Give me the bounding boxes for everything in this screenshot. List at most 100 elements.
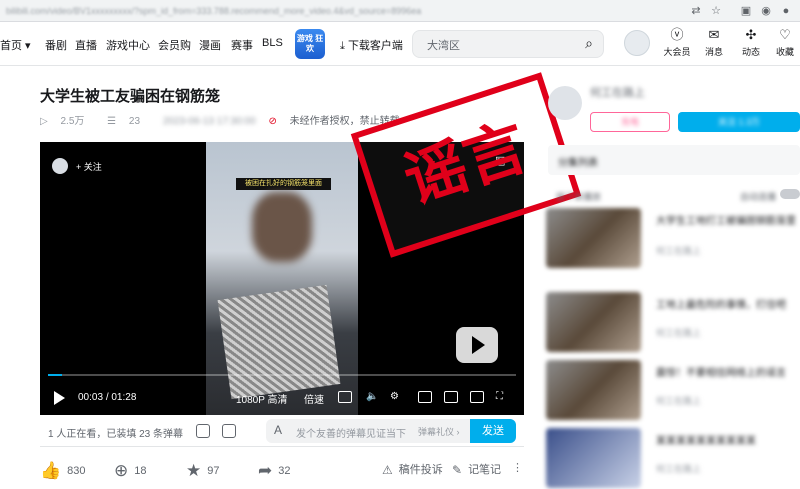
favorite-video-button[interactable]: ★ 97: [186, 461, 220, 481]
player-follow-button[interactable]: + 关注: [76, 160, 102, 173]
rec-thumbnail[interactable]: [546, 292, 641, 352]
send-button[interactable]: 发送: [470, 419, 516, 443]
coin-icon: ⊕: [114, 461, 129, 480]
blurred-face: [252, 192, 312, 262]
tv-icon: [456, 327, 498, 363]
play-icon[interactable]: [54, 391, 65, 405]
search-input[interactable]: 大湾区: [427, 37, 460, 53]
rec-thumbnail[interactable]: [546, 428, 641, 488]
progress-bar[interactable]: [48, 374, 516, 376]
vip-button[interactable]: ⓥ 大会员: [660, 28, 694, 58]
rec-meta: 何工在路上: [656, 396, 702, 406]
font-a-icon[interactable]: A: [274, 423, 282, 437]
note-button[interactable]: ✎ 记笔记: [452, 461, 501, 477]
favorite-button[interactable]: ♡ 收藏: [768, 28, 800, 58]
volume-icon[interactable]: 🔈: [366, 391, 378, 402]
widescreen-icon[interactable]: [444, 391, 458, 403]
forbidden-icon: ⊘: [268, 116, 277, 127]
video-caption: 被困在扎好的钢筋笼里面: [236, 178, 331, 190]
settings-icon[interactable]: ⚙: [390, 391, 399, 402]
profile-icon[interactable]: ●: [778, 3, 794, 19]
steel-cage: [217, 284, 341, 400]
time-display: 00:03 / 01:28: [78, 392, 137, 403]
next-up-label: 接下来播放: [556, 192, 602, 202]
danmaku-toggle-icon[interactable]: [196, 424, 210, 438]
play-count-icon: ▷: [40, 116, 48, 127]
danmaku-input[interactable]: A 发个友善的弹幕见证当下 弹幕礼仪 › 发送: [266, 419, 516, 443]
nav-manga[interactable]: 漫画: [199, 37, 221, 53]
view-count: ▷ 2.5万: [40, 116, 85, 127]
rec-title[interactable]: 工地上最危险的事情，打住吧: [656, 296, 796, 311]
dynamic-button[interactable]: ✣ 动态: [734, 28, 768, 58]
dynamic-icon: ✣: [745, 27, 757, 42]
publish-date: 2023-06-13 17:30:00: [162, 116, 256, 127]
fullscreen-icon[interactable]: ⛶: [496, 391, 503, 402]
danmaku-etiquette-link[interactable]: 弹幕礼仪 ›: [418, 425, 460, 438]
web-fullscreen-icon[interactable]: [470, 391, 484, 403]
charge-button[interactable]: 充电: [590, 112, 670, 132]
rec-title[interactable]: 大学生工地打工被骗困钢筋笼里: [656, 212, 796, 227]
rec-title[interactable]: 震惊！不要相信网络上的谣言: [656, 364, 796, 379]
coin-button[interactable]: ⊕ 18: [114, 461, 147, 481]
report-button[interactable]: ⚠ 稿件投诉: [382, 461, 443, 477]
pip-icon[interactable]: [418, 391, 432, 403]
rec-meta: 何工在路上: [656, 246, 702, 256]
favorite-icon: ♡: [779, 27, 791, 42]
rec-title[interactable]: 某某某某某某某某某某: [656, 432, 796, 447]
extension-icon[interactable]: ◉: [758, 3, 774, 19]
danmaku-count: ☰ 23: [107, 116, 141, 127]
subtitle-icon[interactable]: [338, 391, 352, 403]
nav-anime[interactable]: 番剧: [45, 37, 67, 53]
address-bar[interactable]: bilibili.com/video/BV1xxxxxxxxx/?spm_id_…: [6, 3, 566, 19]
autoplay-label: 自动连播: [740, 192, 777, 202]
danmaku-icon: ☰: [107, 116, 117, 127]
search-box[interactable]: 大湾区 ⌕: [412, 30, 604, 58]
video-title: 大学生被工友骗困在钢筋笼: [40, 88, 221, 105]
uploader-avatar-large[interactable]: [548, 86, 582, 120]
like-button[interactable]: 👍 830: [40, 461, 86, 481]
download-icon: ⤓: [340, 40, 345, 52]
extension-icon[interactable]: ▣: [738, 3, 754, 19]
rec-meta: 何工在路上: [656, 328, 702, 338]
message-icon: ✉: [708, 27, 720, 42]
danmaku-bar: 1 人正在看，已装填 23 条弹幕 A 发个友善的弹幕见证当下 弹幕礼仪 › 发…: [40, 415, 524, 447]
nav-game-center[interactable]: 游戏中心: [106, 37, 150, 53]
playlist-header[interactable]: 分集列表: [548, 145, 800, 175]
warning-icon: ⚠: [382, 463, 393, 478]
danmaku-settings-icon[interactable]: [222, 424, 236, 438]
share-icon: ➦: [258, 461, 273, 480]
browser-toolbar: bilibili.com/video/BV1xxxxxxxxx/?spm_id_…: [0, 0, 800, 22]
nav-live[interactable]: 直播: [75, 37, 97, 53]
vip-icon: ⓥ: [670, 27, 684, 42]
follow-uploader-button[interactable]: 关注 1.3万: [678, 112, 800, 132]
nav-home[interactable]: 首页 ▾: [0, 37, 31, 53]
uploader-desc: [590, 100, 770, 106]
share-button[interactable]: ➦ 32: [258, 461, 291, 481]
nav-mall[interactable]: 会员购: [158, 37, 191, 53]
download-client-button[interactable]: ⤓ 下载客户端: [340, 37, 403, 53]
video-meta: ▷ 2.5万 ☰ 23 2023-06-13 17:30:00 ⊘ 未经作者授权…: [40, 112, 420, 127]
star-icon[interactable]: ☆: [708, 3, 724, 19]
thumb-up-icon: 👍: [40, 461, 62, 480]
note-icon: ✎: [452, 463, 463, 478]
quality-button[interactable]: 1080P 高清: [236, 391, 288, 406]
danmaku-placeholder: 发个友善的弹幕见证当下: [296, 429, 406, 440]
rec-thumbnail[interactable]: [546, 360, 641, 420]
nav-bls[interactable]: BLS: [262, 37, 283, 49]
user-avatar[interactable]: [624, 30, 650, 56]
message-button[interactable]: ✉ 消息: [697, 28, 731, 58]
search-icon[interactable]: ⌕: [585, 35, 593, 52]
uploader-name[interactable]: 何工在路上: [590, 84, 645, 100]
rec-thumbnail[interactable]: [546, 208, 641, 268]
watching-count: 1 人正在看，已装填 23 条弹幕: [48, 429, 184, 440]
event-logo[interactable]: 游戏 狂欢: [295, 29, 325, 59]
star-icon: ★: [186, 461, 202, 480]
uploader-avatar[interactable]: [52, 158, 68, 174]
rec-meta: 何工在路上: [656, 464, 702, 474]
speed-button[interactable]: 倍速: [304, 391, 324, 406]
nav-esports[interactable]: 赛事: [231, 37, 253, 53]
progress-fill: [48, 374, 62, 376]
more-icon[interactable]: ⋮: [512, 461, 523, 474]
autoplay-toggle[interactable]: [780, 189, 800, 199]
translate-icon[interactable]: ⇄: [688, 3, 704, 19]
